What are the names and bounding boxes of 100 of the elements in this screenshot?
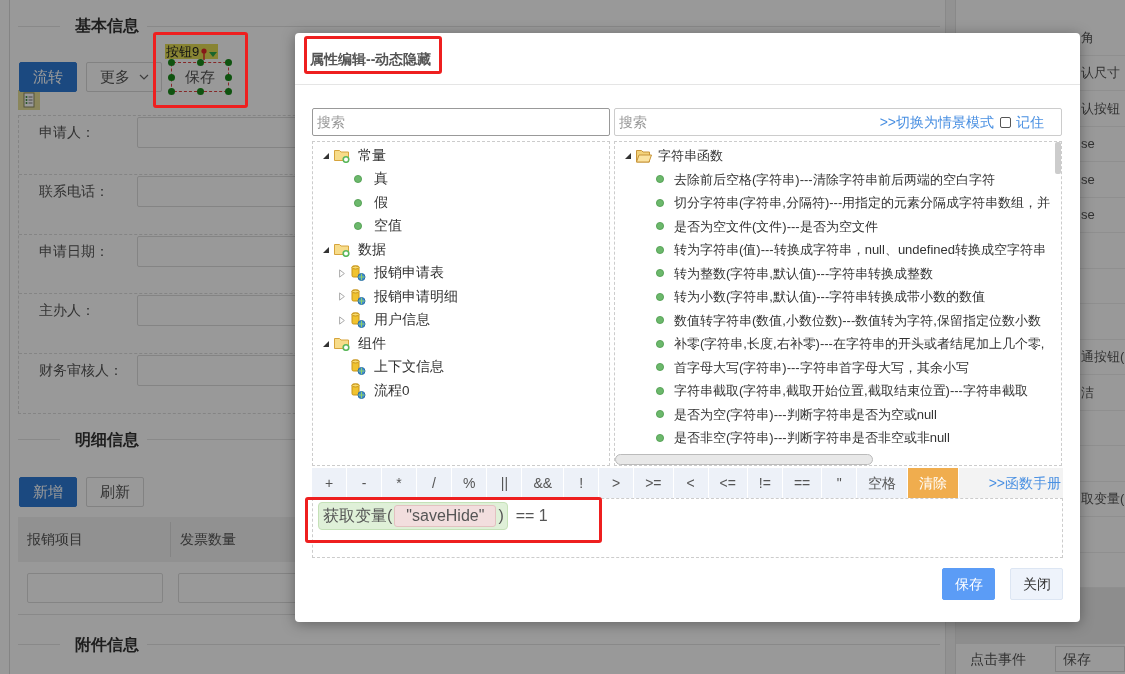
- database-icon: [350, 359, 366, 376]
- function-token[interactable]: 获取变量( "saveHide" ): [318, 502, 508, 530]
- field-label: 主办人：: [39, 301, 95, 321]
- column-header: 发票数量: [180, 529, 236, 549]
- resize-handle[interactable]: [225, 59, 232, 66]
- function-item[interactable]: 是否为空文件(文件)---是否为空文件: [652, 216, 878, 236]
- property-value: 认按钮: [1081, 99, 1120, 118]
- event-field[interactable]: 保存: [1055, 646, 1125, 672]
- caret-icon: [138, 74, 149, 80]
- property-value: se: [1081, 135, 1095, 153]
- string-token[interactable]: "saveHide": [394, 505, 497, 527]
- section-title: 基本信息: [75, 16, 139, 36]
- operator-button[interactable]: 空格: [857, 468, 909, 498]
- function-item[interactable]: 去除前后空格(字符串)---清除字符串前后两端的空白字符: [652, 169, 995, 189]
- function-item[interactable]: 首字母大写(字符串)---字符串首字母大写，其余小写: [652, 357, 969, 377]
- operator-button[interactable]: !=: [747, 468, 783, 498]
- search-field[interactable]: 搜索: [312, 108, 610, 136]
- action-button[interactable]: 刷新: [86, 476, 144, 507]
- bullet-icon: [354, 198, 362, 207]
- dropdown-button[interactable]: 更多: [86, 62, 162, 92]
- closing-paren: ): [498, 506, 504, 526]
- operator-button[interactable]: /: [417, 468, 452, 498]
- section-title: 明细信息: [75, 429, 139, 450]
- remember-checkbox[interactable]: [1000, 116, 1011, 128]
- caret-right-icon[interactable]: [339, 268, 345, 278]
- operator-button[interactable]: -: [347, 468, 382, 498]
- folder-icon: [334, 148, 350, 164]
- bullet-icon: [656, 245, 664, 254]
- operator-button[interactable]: >=: [634, 468, 674, 498]
- function-item[interactable]: 数值转字符串(数值,小数位数)---数值转为字符,保留指定位数小数: [652, 310, 1041, 330]
- bullet-icon: [656, 386, 664, 395]
- operator-button[interactable]: *: [382, 468, 417, 498]
- function-item[interactable]: 补零(字符串,长度,右补零)---在字符串的开头或者结尾加上几个零,: [652, 334, 1045, 354]
- property-value: se: [1081, 206, 1095, 224]
- database-icon: [350, 288, 366, 305]
- operator-button[interactable]: +: [312, 468, 347, 498]
- list-icon[interactable]: [18, 90, 40, 110]
- folder-icon: [334, 336, 350, 352]
- property-value: 角: [1081, 28, 1094, 47]
- tree-item[interactable]: 报销申请表: [350, 263, 444, 284]
- caret-down-icon[interactable]: [323, 152, 329, 159]
- bullet-icon: [656, 198, 664, 207]
- database-icon: [350, 382, 366, 399]
- caret-right-icon[interactable]: [339, 315, 345, 325]
- bullet-icon: [656, 292, 664, 301]
- function-item[interactable]: 转为小数(字符串,默认值)---字符串转换成带小数的数值: [652, 287, 986, 307]
- resize-handle[interactable]: [197, 88, 204, 95]
- operator-button[interactable]: <: [673, 468, 709, 498]
- section-title: 附件信息: [75, 634, 139, 655]
- field-label: 申请人：: [39, 123, 95, 142]
- scrollbar-thumb[interactable]: [1055, 142, 1061, 174]
- property-value: 取变量(: [1081, 490, 1125, 508]
- tag-label: 按钮9: [166, 45, 200, 58]
- tree-item[interactable]: 流程0: [350, 380, 410, 401]
- operator-button[interactable]: %: [452, 468, 488, 498]
- function-item[interactable]: 转为字符串(值)---转换成字符串，null、undefined转换成空字符串: [652, 240, 1046, 260]
- caret-down-icon[interactable]: [323, 340, 329, 347]
- tree-item[interactable]: 真: [350, 169, 388, 190]
- open-folder-icon: [636, 148, 652, 163]
- field-label: 联系电话：: [39, 182, 109, 202]
- tree-item[interactable]: 报销申请明细: [350, 286, 458, 307]
- pin-icon[interactable]: [201, 47, 208, 60]
- bullet-icon: [656, 410, 664, 419]
- component-tag[interactable]: 按钮9: [165, 44, 219, 59]
- comparison-text: == 1: [515, 506, 548, 526]
- operator-button[interactable]: !: [564, 468, 600, 498]
- caret-down-icon[interactable]: [625, 152, 631, 159]
- operator-button[interactable]: ": [822, 468, 858, 498]
- caret-down-icon[interactable]: [323, 246, 329, 253]
- tree-item[interactable]: 用户信息: [350, 310, 430, 331]
- property-value: 认尺寸: [1081, 64, 1120, 82]
- caret-right-icon[interactable]: [339, 292, 345, 302]
- function-item[interactable]: 转为整数(字符串,默认值)---字符串转换成整数: [652, 263, 934, 283]
- tree-item[interactable]: 空值: [350, 216, 402, 237]
- resize-handle[interactable]: [168, 59, 175, 66]
- operator-button[interactable]: &&: [522, 468, 565, 498]
- bullet-icon: [656, 363, 664, 372]
- operator-button[interactable]: <=: [708, 468, 748, 498]
- operator-button[interactable]: >: [599, 468, 635, 498]
- function-item[interactable]: 是否非空(字符串)---判断字符串是否非空或非null: [652, 428, 950, 448]
- bullet-icon: [354, 175, 362, 184]
- resize-handle[interactable]: [197, 59, 204, 66]
- scrollbar-thumb[interactable]: [615, 454, 873, 465]
- bullet-icon: [656, 339, 664, 348]
- tree-item[interactable]: 组件: [334, 333, 386, 354]
- operator-button[interactable]: ==: [782, 468, 823, 498]
- function-item[interactable]: 字符串截取(字符串,截取开始位置,截取结束位置)---字符串截取: [652, 381, 1028, 401]
- close-button[interactable]: 关闭: [1010, 568, 1063, 600]
- function-item[interactable]: 字符串函数: [636, 146, 723, 166]
- action-button[interactable]: 保存: [171, 62, 229, 92]
- tree-item[interactable]: 假: [350, 192, 388, 213]
- database-icon: [350, 312, 366, 329]
- tree-item[interactable]: 数据: [334, 239, 386, 260]
- expression-editor[interactable]: 获取变量( "saveHide" ) == 1: [312, 498, 1063, 558]
- operator-button[interactable]: ||: [487, 468, 523, 498]
- database-icon: [350, 265, 366, 282]
- function-item[interactable]: 切分字符串(字符串,分隔符)---用指定的元素分隔成字符串数组，并: [652, 193, 1051, 213]
- tree-item[interactable]: 常量: [334, 145, 386, 166]
- tree-item[interactable]: 上下文信息: [350, 357, 444, 378]
- function-item[interactable]: 是否为空(字符串)---判断字符串是否为空或null: [652, 404, 937, 424]
